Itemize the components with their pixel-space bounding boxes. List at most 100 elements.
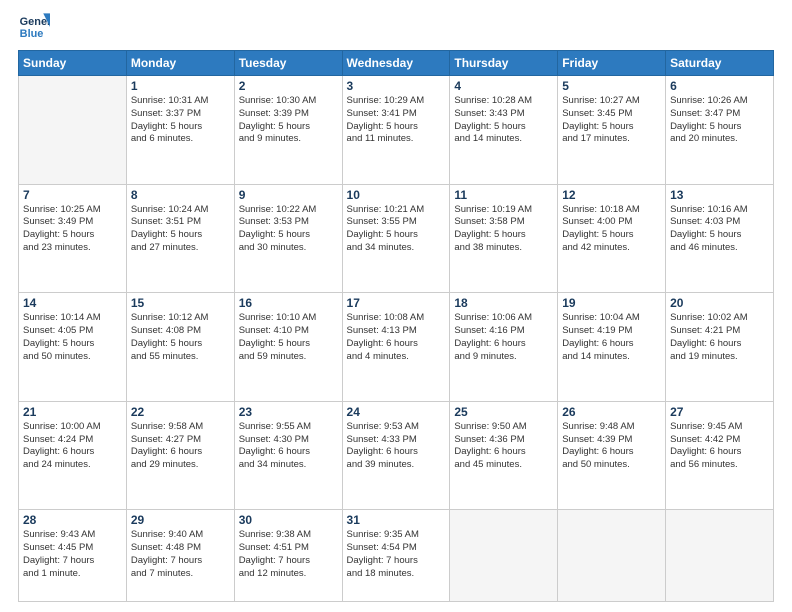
day-info: Sunrise: 10:18 AMSunset: 4:00 PMDaylight… [562, 204, 661, 255]
day-number: 15 [131, 296, 230, 310]
calendar-day-cell: 19Sunrise: 10:04 AMSunset: 4:19 PMDaylig… [558, 293, 666, 402]
day-info: Sunrise: 9:58 AMSunset: 4:27 PMDaylight:… [131, 421, 230, 472]
day-number: 3 [347, 79, 446, 93]
calendar-day-cell: 10 Sunrise: 10:21 AMSunset: 3:55 PMDaylig… [342, 184, 450, 293]
day-number: 31 [347, 513, 446, 527]
day-info: Sunrise: 9:55 AMSunset: 4:30 PMDaylight:… [239, 421, 338, 472]
calendar-day-cell [450, 510, 558, 602]
day-number: 4 [454, 79, 553, 93]
calendar-day-cell: 22 Sunrise: 9:58 AMSunset: 4:27 PMDayligh… [126, 401, 234, 510]
calendar-day-cell: 3 Sunrise: 10:29 AMSunset: 3:41 PMDayligh… [342, 76, 450, 185]
day-number: 14 [23, 296, 122, 310]
day-info: Sunrise: 10:12 AMSunset: 4:08 PMDaylight… [131, 312, 230, 363]
day-info: Sunrise: 10:28 AMSunset: 3:43 PMDaylight… [454, 95, 553, 146]
calendar-day-cell: 11Sunrise: 10:19 AMSunset: 3:58 PMDaylig… [450, 184, 558, 293]
day-number: 20 [670, 296, 769, 310]
day-info: Sunrise: 10:27 AMSunset: 3:45 PMDaylight… [562, 95, 661, 146]
weekday-header-tuesday: Tuesday [234, 51, 342, 76]
calendar-day-cell: 26 Sunrise: 9:48 AMSunset: 4:39 PMDayligh… [558, 401, 666, 510]
weekday-header-row: SundayMondayTuesdayWednesdayThursdayFrid… [19, 51, 774, 76]
day-info: Sunrise: 10:29 AMSunset: 3:41 PMDaylight… [347, 95, 446, 146]
day-number: 21 [23, 405, 122, 419]
day-number: 29 [131, 513, 230, 527]
calendar-week-row: 7 Sunrise: 10:25 AMSunset: 3:49 PMDayligh… [19, 184, 774, 293]
day-info: Sunrise: 10:30 AMSunset: 3:39 PMDaylight… [239, 95, 338, 146]
day-info: Sunrise: 10:24 AMSunset: 3:51 PMDaylight… [131, 204, 230, 255]
day-info: Sunrise: 10:21 AMSunset: 3:55 PMDaylight… [347, 204, 446, 255]
day-number: 6 [670, 79, 769, 93]
calendar-day-cell: 13Sunrise: 10:16 AMSunset: 4:03 PMDaylig… [666, 184, 774, 293]
calendar-day-cell: 1 Sunrise: 10:31 AMSunset: 3:37 PMDayligh… [126, 76, 234, 185]
day-number: 28 [23, 513, 122, 527]
day-info: Sunrise: 9:35 AMSunset: 4:54 PMDaylight:… [347, 529, 446, 580]
day-info: Sunrise: 10:06 AMSunset: 4:16 PMDaylight… [454, 312, 553, 363]
calendar-day-cell: 29 Sunrise: 9:40 AMSunset: 4:48 PMDayligh… [126, 510, 234, 602]
day-info: Sunrise: 10:08 AMSunset: 4:13 PMDaylight… [347, 312, 446, 363]
calendar-day-cell: 28 Sunrise: 9:43 AMSunset: 4:45 PMDayligh… [19, 510, 127, 602]
day-info: Sunrise: 9:48 AMSunset: 4:39 PMDaylight:… [562, 421, 661, 472]
calendar-day-cell: 31 Sunrise: 9:35 AMSunset: 4:54 PMDayligh… [342, 510, 450, 602]
day-number: 16 [239, 296, 338, 310]
day-info: Sunrise: 10:25 AMSunset: 3:49 PMDaylight… [23, 204, 122, 255]
calendar-day-cell: 20 Sunrise: 10:02 AMSunset: 4:21 PMDaylig… [666, 293, 774, 402]
calendar-day-cell: 27 Sunrise: 9:45 AMSunset: 4:42 PMDayligh… [666, 401, 774, 510]
day-number: 26 [562, 405, 661, 419]
calendar-day-cell: 9 Sunrise: 10:22 AMSunset: 3:53 PMDayligh… [234, 184, 342, 293]
calendar-day-cell: 6 Sunrise: 10:26 AMSunset: 3:47 PMDayligh… [666, 76, 774, 185]
day-number: 5 [562, 79, 661, 93]
weekday-header-monday: Monday [126, 51, 234, 76]
day-number: 27 [670, 405, 769, 419]
calendar-week-row: 14 Sunrise: 10:14 AMSunset: 4:05 PMDaylig… [19, 293, 774, 402]
calendar-day-cell: 25 Sunrise: 9:50 AMSunset: 4:36 PMDayligh… [450, 401, 558, 510]
calendar-day-cell: 8 Sunrise: 10:24 AMSunset: 3:51 PMDayligh… [126, 184, 234, 293]
header: General Blue [18, 10, 774, 42]
calendar-day-cell: 2 Sunrise: 10:30 AMSunset: 3:39 PMDayligh… [234, 76, 342, 185]
day-info: Sunrise: 10:22 AMSunset: 3:53 PMDaylight… [239, 204, 338, 255]
weekday-header-saturday: Saturday [666, 51, 774, 76]
calendar-week-row: 28 Sunrise: 9:43 AMSunset: 4:45 PMDayligh… [19, 510, 774, 602]
calendar-day-cell: 4 Sunrise: 10:28 AMSunset: 3:43 PMDayligh… [450, 76, 558, 185]
page: General Blue SundayMondayTuesdayWednesda… [0, 0, 792, 612]
day-number: 2 [239, 79, 338, 93]
calendar-day-cell: 30 Sunrise: 9:38 AMSunset: 4:51 PMDayligh… [234, 510, 342, 602]
calendar-week-row: 1 Sunrise: 10:31 AMSunset: 3:37 PMDayligh… [19, 76, 774, 185]
day-number: 25 [454, 405, 553, 419]
day-info: Sunrise: 10:31 AMSunset: 3:37 PMDaylight… [131, 95, 230, 146]
calendar-day-cell: 16Sunrise: 10:10 AMSunset: 4:10 PMDaylig… [234, 293, 342, 402]
day-number: 8 [131, 188, 230, 202]
day-info: Sunrise: 10:26 AMSunset: 3:47 PMDaylight… [670, 95, 769, 146]
calendar-day-cell: 24Sunrise: 9:53 AMSunset: 4:33 PMDayligh… [342, 401, 450, 510]
calendar-day-cell [558, 510, 666, 602]
day-number: 10 [347, 188, 446, 202]
calendar-day-cell: 23 Sunrise: 9:55 AMSunset: 4:30 PMDayligh… [234, 401, 342, 510]
day-info: Sunrise: 9:43 AMSunset: 4:45 PMDaylight:… [23, 529, 122, 580]
day-info: Sunrise: 9:50 AMSunset: 4:36 PMDaylight:… [454, 421, 553, 472]
day-number: 1 [131, 79, 230, 93]
day-info: Sunrise: 9:45 AMSunset: 4:42 PMDaylight:… [670, 421, 769, 472]
weekday-header-wednesday: Wednesday [342, 51, 450, 76]
day-info: Sunrise: 10:02 AMSunset: 4:21 PMDaylight… [670, 312, 769, 363]
day-info: Sunrise: 10:16 AMSunset: 4:03 PMDaylight… [670, 204, 769, 255]
calendar-day-cell: 18Sunrise: 10:06 AMSunset: 4:16 PMDaylig… [450, 293, 558, 402]
calendar-day-cell: 17Sunrise: 10:08 AMSunset: 4:13 PMDaylig… [342, 293, 450, 402]
calendar-week-row: 21Sunrise: 10:00 AMSunset: 4:24 PMDaylig… [19, 401, 774, 510]
day-number: 22 [131, 405, 230, 419]
logo: General Blue [18, 10, 50, 42]
calendar-day-cell: 15 Sunrise: 10:12 AMSunset: 4:08 PMDaylig… [126, 293, 234, 402]
calendar-day-cell: 14 Sunrise: 10:14 AMSunset: 4:05 PMDaylig… [19, 293, 127, 402]
svg-text:Blue: Blue [20, 28, 44, 40]
calendar-day-cell: 5 Sunrise: 10:27 AMSunset: 3:45 PMDayligh… [558, 76, 666, 185]
calendar-table: SundayMondayTuesdayWednesdayThursdayFrid… [18, 50, 774, 602]
day-info: Sunrise: 10:14 AMSunset: 4:05 PMDaylight… [23, 312, 122, 363]
calendar-day-cell: 7 Sunrise: 10:25 AMSunset: 3:49 PMDayligh… [19, 184, 127, 293]
weekday-header-thursday: Thursday [450, 51, 558, 76]
day-info: Sunrise: 9:40 AMSunset: 4:48 PMDaylight:… [131, 529, 230, 580]
day-number: 23 [239, 405, 338, 419]
day-number: 11 [454, 188, 553, 202]
day-number: 12 [562, 188, 661, 202]
day-number: 30 [239, 513, 338, 527]
day-info: Sunrise: 10:04 AMSunset: 4:19 PMDaylight… [562, 312, 661, 363]
day-number: 7 [23, 188, 122, 202]
day-info: Sunrise: 9:38 AMSunset: 4:51 PMDaylight:… [239, 529, 338, 580]
day-number: 9 [239, 188, 338, 202]
